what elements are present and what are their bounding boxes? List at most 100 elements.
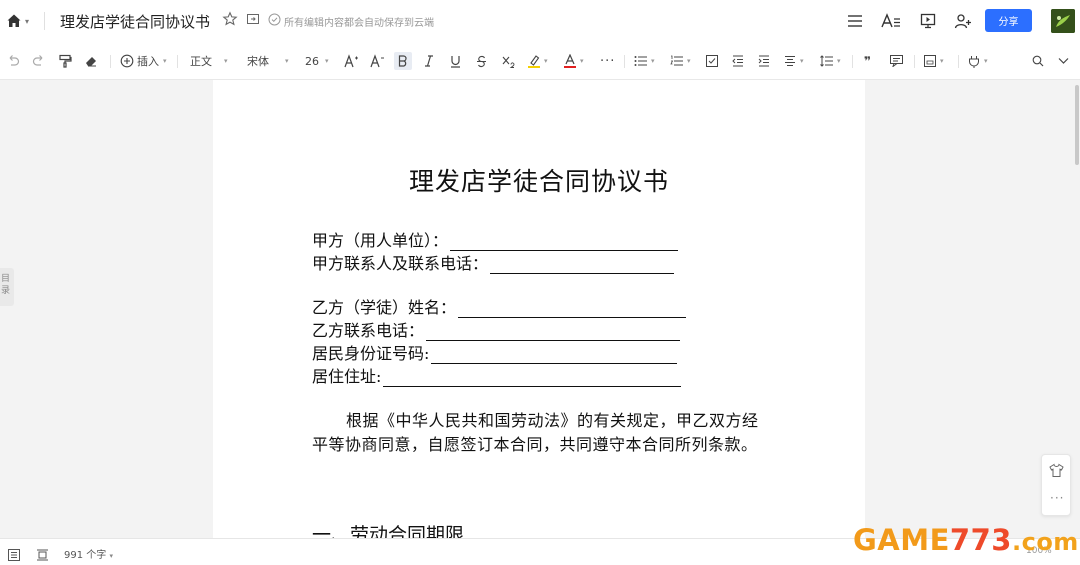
present-button[interactable] bbox=[917, 10, 939, 32]
editor-app: ▾ 理发店学徒合同协议书 所有编辑内容都会自动保存到云端 分享 插入 ▾ 正文 … bbox=[0, 0, 1080, 565]
scrollbar-thumb[interactable] bbox=[1075, 85, 1079, 165]
undo-button[interactable] bbox=[6, 52, 20, 70]
share-button[interactable]: 分享 bbox=[985, 9, 1032, 32]
field-label: 甲方联系人及联系电话： bbox=[312, 254, 489, 273]
more-icon: ··· bbox=[600, 53, 616, 69]
redo-button[interactable] bbox=[32, 52, 46, 70]
catalog-tab[interactable]: 目录 bbox=[0, 268, 14, 306]
underline-icon bbox=[451, 55, 460, 68]
bold-button[interactable] bbox=[394, 52, 412, 70]
numbered-list-button[interactable]: ▾ bbox=[670, 52, 691, 70]
font-family-select[interactable]: 宋体 ▾ bbox=[247, 52, 289, 70]
outline-toggle[interactable] bbox=[8, 546, 20, 565]
divider bbox=[110, 55, 111, 68]
comment-button[interactable] bbox=[890, 52, 903, 70]
search-button[interactable] bbox=[1032, 52, 1044, 70]
home-button[interactable]: ▾ bbox=[6, 11, 36, 31]
quote-icon: ❞ bbox=[864, 54, 872, 68]
field-address: 居住住址: bbox=[312, 365, 682, 387]
chevron-down-icon: ▾ bbox=[940, 57, 944, 65]
document-title[interactable]: 理发店学徒合同协议书 bbox=[60, 11, 210, 32]
format-painter-icon bbox=[59, 54, 72, 68]
bold-icon bbox=[398, 55, 407, 67]
font-increase-icon bbox=[344, 54, 358, 68]
divider bbox=[958, 55, 959, 68]
highlight-color-button[interactable]: ▾ bbox=[528, 52, 548, 70]
font-decrease-icon bbox=[370, 54, 384, 68]
line-spacing-button[interactable]: ▾ bbox=[820, 52, 841, 70]
catalog-label: 目录 bbox=[1, 274, 11, 296]
field-party-b-name: 乙方（学徒）姓名： bbox=[312, 296, 687, 318]
page-view-toggle[interactable] bbox=[36, 546, 49, 565]
collapse-toolbar-button[interactable] bbox=[1058, 52, 1069, 70]
chevron-down-icon: ▾ bbox=[325, 57, 329, 65]
align-button[interactable]: ▾ bbox=[784, 52, 804, 70]
chevron-down-icon: ▾ bbox=[224, 57, 228, 65]
present-icon bbox=[920, 13, 936, 29]
field-label: 乙方（学徒）姓名： bbox=[312, 298, 457, 317]
outline-icon bbox=[8, 549, 20, 561]
star-icon[interactable] bbox=[222, 11, 238, 27]
chevron-down-icon bbox=[1058, 58, 1069, 64]
strikethrough-button[interactable] bbox=[476, 52, 487, 70]
checklist-button[interactable] bbox=[706, 52, 718, 70]
template-button[interactable] bbox=[1049, 463, 1064, 482]
blank-line bbox=[383, 371, 682, 387]
word-count[interactable]: 991 个字 ▾ bbox=[64, 546, 113, 561]
paragraph-style-select[interactable]: 正文 ▾ bbox=[190, 52, 228, 70]
format-painter-button[interactable] bbox=[58, 52, 72, 70]
shirt-icon bbox=[1049, 463, 1064, 477]
menu-icon bbox=[848, 15, 862, 27]
chevron-down-icon: ▾ bbox=[800, 57, 804, 65]
add-user-button[interactable] bbox=[952, 10, 974, 32]
font-color-button[interactable]: ▾ bbox=[564, 52, 584, 70]
line-spacing-icon bbox=[820, 55, 833, 67]
chevron-down-icon: ▾ bbox=[163, 57, 167, 65]
divider bbox=[624, 55, 625, 68]
blank-line bbox=[490, 258, 675, 274]
field-party-a: 甲方（用人单位）： bbox=[312, 229, 679, 251]
clear-format-button[interactable] bbox=[84, 52, 98, 70]
insert-menu[interactable]: 插入 ▾ bbox=[120, 52, 167, 70]
font-size-select[interactable]: 26 ▾ bbox=[305, 52, 329, 70]
italic-button[interactable] bbox=[424, 52, 434, 70]
document-heading: 理发店学徒合同协议书 bbox=[408, 167, 669, 196]
indent-button[interactable] bbox=[758, 52, 770, 70]
document-page[interactable]: 理发店学徒合同协议书 甲方（用人单位）： 甲方联系人及联系电话： 乙方（学徒）姓… bbox=[213, 80, 865, 538]
align-center-icon bbox=[785, 56, 795, 66]
indent-icon bbox=[758, 55, 769, 67]
italic-icon bbox=[425, 55, 433, 67]
intro-paragraph: 根据《中华人民共和国劳动法》的有关规定，甲乙双方经平等协商同意，自愿签订本合同，… bbox=[312, 411, 759, 454]
font-size-value: 26 bbox=[305, 54, 319, 68]
field-label: 居住住址: bbox=[312, 367, 382, 386]
divider bbox=[914, 55, 915, 68]
page-view-icon bbox=[37, 549, 48, 561]
menu-button[interactable] bbox=[844, 10, 866, 32]
quote-button[interactable]: ❞ bbox=[864, 52, 871, 70]
decrease-font-button[interactable] bbox=[370, 52, 385, 70]
underline-button[interactable] bbox=[450, 52, 461, 70]
plugin-button[interactable]: ▾ bbox=[968, 52, 988, 70]
subscript-button[interactable] bbox=[502, 52, 515, 70]
increase-font-button[interactable] bbox=[344, 52, 359, 70]
more-button[interactable]: ··· bbox=[600, 52, 615, 70]
plus-circle-icon bbox=[120, 54, 134, 68]
field-party-b-phone: 乙方联系电话： bbox=[312, 319, 681, 341]
field-party-a-contact: 甲方联系人及联系电话： bbox=[312, 252, 675, 274]
avatar[interactable] bbox=[1051, 9, 1075, 33]
blank-line bbox=[450, 235, 679, 251]
page-settings-button[interactable]: ▾ bbox=[924, 52, 944, 70]
field-label: 甲方（用人单位）： bbox=[312, 231, 449, 250]
folder-icon[interactable] bbox=[246, 12, 260, 26]
undo-icon bbox=[9, 55, 20, 66]
cloud-check-icon bbox=[268, 13, 281, 26]
chevron-down-icon: ▾ bbox=[984, 57, 988, 65]
chevron-down-icon: ▾ bbox=[25, 16, 30, 26]
font-style-button[interactable] bbox=[880, 10, 902, 32]
blank-line bbox=[426, 325, 681, 341]
bullet-list-button[interactable]: ▾ bbox=[634, 52, 655, 70]
strikethrough-icon bbox=[477, 55, 486, 67]
more-icon[interactable]: ··· bbox=[1050, 491, 1064, 505]
outdent-button[interactable] bbox=[732, 52, 744, 70]
bullet-list-icon bbox=[634, 56, 647, 66]
